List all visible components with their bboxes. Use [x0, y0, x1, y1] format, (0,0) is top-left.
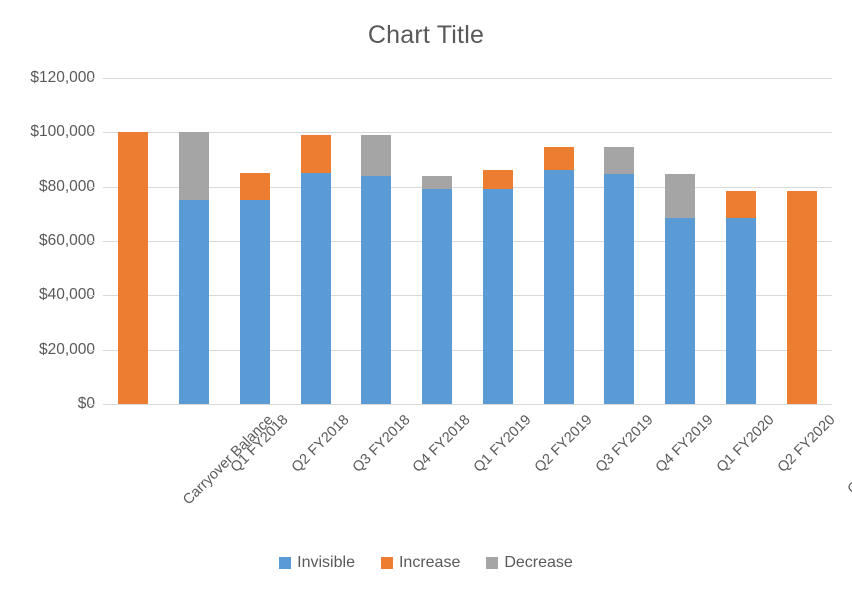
bar-group[interactable] [604, 78, 635, 404]
x-axis-tick-label: Q2 FY2018 [288, 412, 353, 476]
bar-segment-increase[interactable] [118, 132, 149, 404]
bar-segment-decrease[interactable] [422, 175, 453, 190]
y-axis: $120,000 $100,000 $80,000 $60,000 $40,000 $20… [0, 69, 95, 412]
bar-group[interactable] [239, 78, 270, 404]
legend-swatch-icon [279, 557, 292, 569]
x-axis-tick-label: Carryover Balance [180, 412, 277, 509]
bar-segment-invisible[interactable] [179, 200, 210, 404]
bars-layer [103, 78, 832, 404]
y-axis-tick-label: $120,000 [30, 69, 95, 86]
legend-entry[interactable]: Increase [380, 554, 461, 571]
y-axis-tick-label: $80,000 [38, 177, 95, 195]
y-axis-tick-label: $20,000 [38, 340, 95, 358]
y-axis-tick-label: $100,000 [30, 123, 95, 141]
y-axis-tick-label: $0 [77, 395, 95, 412]
y-axis-tick-mark [89, 404, 95, 405]
bar-group[interactable] [725, 78, 756, 404]
bar-segment-invisible[interactable] [665, 217, 696, 404]
bar-segment-decrease[interactable] [665, 174, 696, 218]
bar-segment-invisible[interactable] [604, 174, 635, 404]
bar-segment-increase[interactable] [786, 190, 817, 404]
x-axis-tick-label: Q1 FY2019 [470, 412, 535, 476]
bar-group[interactable] [665, 78, 696, 404]
y-axis-tick-mark [89, 295, 95, 297]
y-axis-tick-mark [89, 241, 95, 242]
legend-swatch-icon [380, 557, 393, 569]
bar-group[interactable] [179, 78, 210, 404]
x-axis-tick-label: Q3 FY2019 [592, 412, 657, 476]
bar-segment-invisible[interactable] [725, 217, 756, 404]
chart-title: Chart Title [367, 21, 485, 49]
legend-entry[interactable]: Invisible [279, 555, 355, 571]
bar-group[interactable] [482, 78, 513, 404]
chart-legend: Invisible Increase Decrease [0, 555, 852, 571]
bar-segment-decrease[interactable] [179, 132, 210, 201]
bar-segment-increase[interactable] [725, 190, 756, 218]
bar-segment-invisible[interactable] [482, 189, 513, 404]
bar-group[interactable] [300, 78, 331, 404]
bar-segment-increase[interactable] [482, 170, 513, 190]
bar-group[interactable] [422, 78, 453, 404]
y-axis-tick-mark [89, 78, 95, 79]
y-axis-tick-label: $60,000 [38, 232, 95, 249]
bar-segment-decrease[interactable] [604, 147, 635, 175]
legend-swatch-icon [486, 557, 499, 569]
x-axis-tick-label: Q4 FY2018 [410, 412, 474, 476]
x-axis-tick-label: Q3 FY2018 [349, 412, 414, 476]
bar-segment-invisible[interactable] [361, 175, 392, 404]
x-axis-tick-label: Q4 FY2019 [653, 412, 717, 476]
legend-label: Invisible [297, 554, 355, 571]
bar-segment-invisible[interactable] [543, 170, 574, 404]
chart-container: Chart Title $120,000 $100,000 $80,000 $60,0… [0, 0, 852, 599]
x-axis-tick-label: Q1 FY2020 [713, 412, 778, 476]
bar-segment-decrease[interactable] [361, 135, 392, 176]
y-axis-tick-mark [89, 186, 95, 188]
bar-segment-increase[interactable] [239, 173, 270, 201]
bar-segment-increase[interactable] [543, 147, 574, 171]
legend-label: Increase [398, 554, 461, 571]
bar-segment-invisible[interactable] [422, 189, 453, 404]
y-axis-tick-mark [89, 349, 95, 351]
legend-label: Decrease [504, 554, 573, 571]
legend-entry[interactable]: Decrease [486, 554, 573, 571]
x-axis: Carryover Balance Q1 FY2018 Q2 FY2018 Q3 FY… [103, 404, 852, 524]
x-axis-tick-label: Current Balance [844, 412, 852, 498]
bar-group[interactable] [543, 78, 574, 404]
bar-group[interactable] [786, 78, 817, 404]
y-axis-tick-label: $40,000 [38, 286, 95, 304]
bar-segment-invisible[interactable] [300, 173, 331, 404]
bar-group[interactable] [361, 78, 392, 404]
y-axis-tick-mark [89, 132, 95, 134]
bar-segment-increase[interactable] [300, 135, 331, 174]
x-axis-tick-label: Q2 FY2020 [774, 412, 839, 476]
bar-group[interactable] [118, 78, 149, 404]
x-axis-tick-label: Q2 FY2019 [531, 412, 596, 476]
bar-segment-invisible[interactable] [239, 200, 270, 404]
